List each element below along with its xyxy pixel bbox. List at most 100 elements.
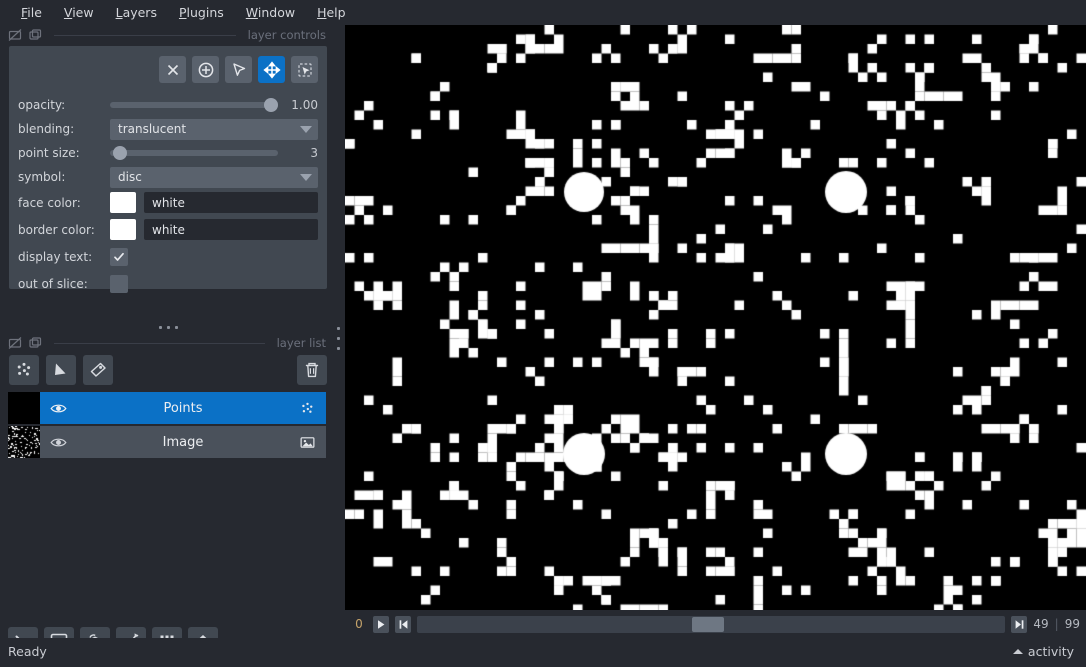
layer-thumbnail-image <box>8 426 40 458</box>
opacity-label: opacity: <box>18 98 66 112</box>
delete-selected-points-tool[interactable] <box>159 56 186 83</box>
menu-mnemonic: F <box>21 4 28 20</box>
layer-list-dock-header: layer list <box>0 332 336 354</box>
opacity-slider[interactable] <box>110 96 278 114</box>
point-size-label: point size: <box>18 146 80 160</box>
symbol-row: symbol: disc <box>18 165 318 189</box>
select-points-tool[interactable] <box>225 56 252 83</box>
dimension-slider[interactable] <box>417 615 1006 633</box>
new-points-layer-button[interactable] <box>9 355 39 385</box>
shapes-icon <box>55 363 66 375</box>
menu-item-file[interactable]: File <box>10 3 53 22</box>
status-bar: Ready activity <box>0 638 1086 667</box>
menu-item-view[interactable]: View <box>53 3 105 22</box>
plus-circle-icon <box>198 62 213 77</box>
viewer-canvas[interactable] <box>345 25 1086 610</box>
delete-layer-button[interactable] <box>297 355 327 385</box>
layer-thumbnail-points <box>8 392 40 424</box>
menu-item-plugins[interactable]: Plugins <box>168 3 235 22</box>
activity-label: activity <box>1027 644 1074 659</box>
image-layer-type-icon <box>300 436 315 448</box>
face-color-input[interactable]: white <box>144 192 318 213</box>
points-icon <box>17 362 31 376</box>
layer-controls-panel: opacity: 1.00 blending: translucent poin… <box>9 46 327 293</box>
layer-list-title: layer list <box>276 336 326 350</box>
symbol-value: disc <box>118 170 142 184</box>
dimension-slider-handle[interactable] <box>692 616 724 632</box>
opacity-slider-track <box>110 102 278 108</box>
horizontal-resize-handle[interactable] <box>334 318 342 358</box>
play-button[interactable] <box>373 615 389 633</box>
menu-item-help[interactable]: Help <box>306 3 357 22</box>
new-shapes-layer-button[interactable] <box>46 355 76 385</box>
layer-row-image[interactable]: Image <box>8 426 326 458</box>
layer-controls-title: layer controls <box>247 28 326 42</box>
out-of-slice-checkbox[interactable] <box>110 274 128 293</box>
menu-item-window[interactable]: Window <box>235 3 306 22</box>
activity-button[interactable]: activity <box>1012 644 1074 659</box>
trash-icon <box>305 362 319 378</box>
dock-divider <box>54 34 236 36</box>
opacity-slider-handle[interactable] <box>264 98 278 112</box>
layer-list-buttons <box>9 354 327 386</box>
labels-tag-icon <box>90 362 106 377</box>
x-icon <box>167 64 178 75</box>
step-forward-button[interactable] <box>1011 615 1028 633</box>
visibility-eye-icon[interactable] <box>50 402 67 415</box>
face-color-row: face color: white <box>18 189 318 216</box>
layer-name-image: Image <box>162 434 204 450</box>
menu-mnemonic: L <box>115 4 123 20</box>
add-points-tool[interactable] <box>192 56 219 83</box>
point-size-slider[interactable] <box>110 144 278 162</box>
blending-label: blending: <box>18 122 75 136</box>
cursor-arrow-icon <box>232 62 245 76</box>
border-color-swatch[interactable] <box>110 219 136 240</box>
display-text-checkbox[interactable] <box>110 247 128 266</box>
point-size-slider-track <box>110 150 278 156</box>
layer-controls-dock-header: layer controls <box>0 24 336 46</box>
points-layer-type-icon <box>302 402 313 413</box>
symbol-label: symbol: <box>18 170 66 184</box>
visibility-eye-icon[interactable] <box>50 436 67 449</box>
step-forward-icon <box>1015 619 1024 629</box>
display-text-label: display text: <box>18 249 93 264</box>
layer-list: Points Image <box>8 392 326 460</box>
face-color-swatch[interactable] <box>110 192 136 213</box>
blending-dropdown[interactable]: translucent <box>110 118 318 140</box>
out-of-slice-row: out of slice: <box>18 270 318 297</box>
menu-mnemonic: H <box>317 4 327 20</box>
step-back-button[interactable] <box>395 615 411 633</box>
dimension-slider-bar: 0 49 | 99 <box>345 610 1086 638</box>
play-icon <box>378 619 385 629</box>
move-arrows-icon <box>262 60 281 79</box>
menu-mnemonic: V <box>63 4 73 20</box>
point-size-value: 3 <box>310 146 318 160</box>
out-of-slice-label: out of slice: <box>18 276 88 291</box>
napari-window: File View Layers Plugins Window Help layer co… <box>0 0 1086 667</box>
float-dock-icon[interactable] <box>8 336 22 350</box>
face-color-label: face color: <box>18 195 81 210</box>
symbol-dropdown[interactable]: disc <box>110 166 318 188</box>
points-tool-buttons <box>18 56 318 83</box>
left-dock-panel: layer controls opacity: 1.00 blending: t… <box>0 24 336 657</box>
border-color-input[interactable]: white <box>144 219 318 240</box>
transform-tool[interactable] <box>291 56 318 83</box>
pan-zoom-tool[interactable] <box>258 56 285 83</box>
opacity-row: opacity: 1.00 <box>18 93 318 117</box>
border-color-label: border color: <box>18 222 95 237</box>
layer-name-points: Points <box>163 400 203 416</box>
close-dock-icon[interactable] <box>28 28 42 42</box>
new-labels-layer-button[interactable] <box>83 355 113 385</box>
blending-row: blending: translucent <box>18 117 318 141</box>
menu-mnemonic: P <box>178 4 187 20</box>
status-message: Ready <box>8 644 47 659</box>
close-dock-icon[interactable] <box>28 336 42 350</box>
layer-row-points[interactable]: Points <box>8 392 326 424</box>
float-dock-icon[interactable] <box>8 28 22 42</box>
dimension-current-value: 49 <box>1033 617 1049 631</box>
chevron-up-icon <box>1012 649 1023 654</box>
border-color-row: border color: white <box>18 216 318 243</box>
menu-item-layers[interactable]: Layers <box>105 3 168 22</box>
point-size-slider-handle[interactable] <box>113 146 127 160</box>
point-size-row: point size: 3 <box>18 141 318 165</box>
